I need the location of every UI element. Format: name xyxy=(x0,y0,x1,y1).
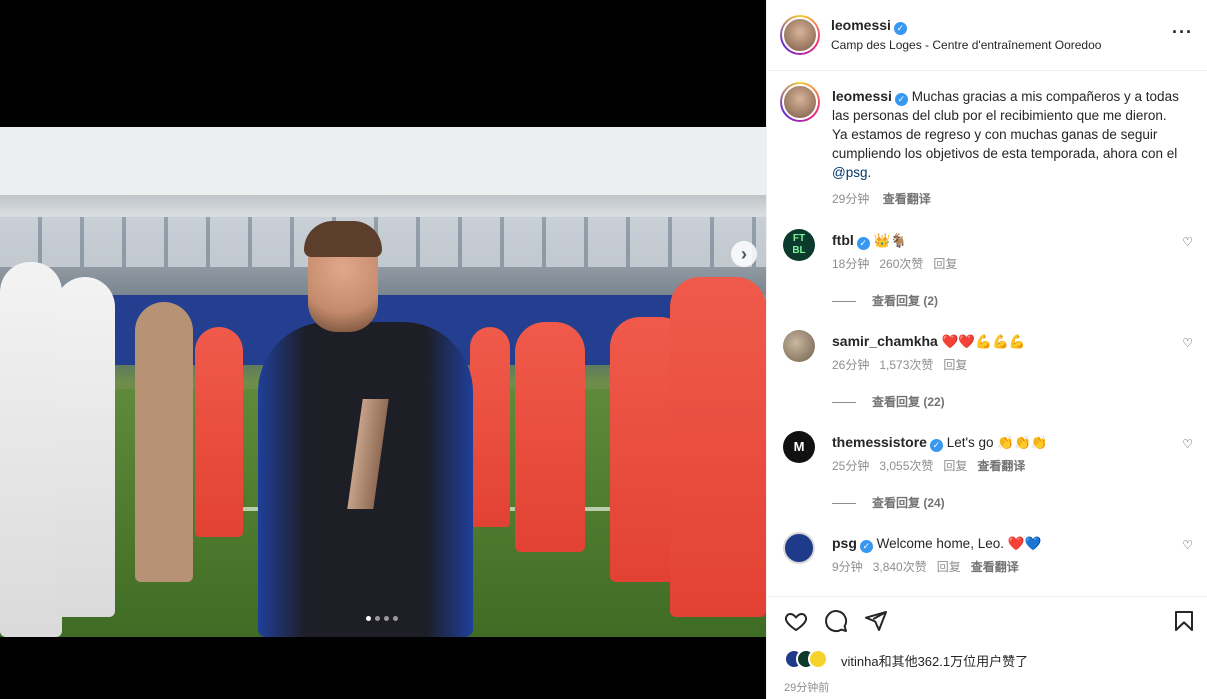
post-timestamp[interactable]: 29分钟前 xyxy=(784,679,829,695)
send-icon xyxy=(865,611,887,631)
caption-avatar[interactable] xyxy=(780,82,820,122)
caption-end: . xyxy=(867,165,872,180)
verified-badge-icon: ✓ xyxy=(929,439,943,452)
author-avatar[interactable] xyxy=(780,15,820,55)
comment-username[interactable]: psg xyxy=(832,535,857,551)
post-media: › xyxy=(0,0,766,699)
liked-by-text[interactable]: vitinha和其他362.1万位用户赞了 xyxy=(841,651,1028,670)
comment-time: 9分钟 xyxy=(832,560,863,574)
comment-avatar[interactable]: M xyxy=(783,431,815,463)
comment-like-heart-icon[interactable]: ♡ xyxy=(1182,235,1193,249)
comment-avatar[interactable] xyxy=(783,330,815,362)
carousel-dot xyxy=(366,616,371,621)
instagram-post-modal: › leomessi ✓ Camp des Loges - Centre d'en… xyxy=(0,0,1207,699)
carousel-dot xyxy=(375,616,380,621)
player-figure xyxy=(55,277,115,617)
comment-avatar[interactable] xyxy=(783,532,815,564)
caption-mention-link[interactable]: @psg xyxy=(832,165,867,180)
like-button[interactable] xyxy=(784,609,810,635)
post-caption: leomessi ✓ Muchas gracias a mis compañero… xyxy=(832,87,1182,209)
heart-icon xyxy=(784,612,808,632)
comment-like-heart-icon[interactable]: ♡ xyxy=(1182,336,1193,350)
comment-text: 👑🐐 xyxy=(873,233,908,248)
comment-bubble-icon xyxy=(825,610,848,633)
save-button[interactable] xyxy=(1172,609,1198,635)
post-actions-bar: vitinha和其他362.1万位用户赞了 29分钟前 xyxy=(767,596,1207,699)
player-figure xyxy=(195,327,243,537)
more-options-button[interactable]: ··· xyxy=(1172,22,1193,43)
comment-avatar[interactable]: FT BL xyxy=(783,229,815,261)
reply-button[interactable]: 回复 xyxy=(937,560,961,574)
comment-username[interactable]: themessistore xyxy=(832,434,927,450)
author-username[interactable]: leomessi xyxy=(831,17,891,33)
comment-time: 25分钟 xyxy=(832,459,870,473)
photo-sky xyxy=(0,127,766,197)
comment-like-heart-icon[interactable]: ♡ xyxy=(1182,538,1193,552)
verified-badge-icon: ✓ xyxy=(856,237,870,250)
carousel-dot xyxy=(384,616,389,621)
post-photo[interactable] xyxy=(0,127,766,637)
comment-time: 18分钟 xyxy=(832,257,870,271)
player-figure xyxy=(515,322,585,552)
caption-meta: 29分钟 查看翻译 xyxy=(832,190,1182,209)
comment-button[interactable] xyxy=(824,609,850,635)
verified-badge-icon: ✓ xyxy=(859,540,873,553)
chevron-right-icon: › xyxy=(741,243,747,264)
verified-badge-icon: ✓ xyxy=(894,93,908,106)
see-translation-link[interactable]: 查看翻译 xyxy=(883,192,931,206)
comment-text: Let's go 👏👏👏 xyxy=(946,435,1048,450)
comment-likes[interactable]: 260次赞 xyxy=(879,257,923,271)
reply-button[interactable]: 回复 xyxy=(943,459,967,473)
comment-likes[interactable]: 3,055次赞 xyxy=(879,459,933,473)
photo-windows xyxy=(0,217,766,267)
player-figure xyxy=(135,302,193,582)
view-replies-button[interactable]: 查看回复 (2) xyxy=(832,292,938,309)
see-translation-link[interactable]: 查看翻译 xyxy=(977,459,1025,473)
player-hair xyxy=(304,221,382,257)
see-translation-link[interactable]: 查看翻译 xyxy=(971,560,1019,574)
bookmark-icon xyxy=(1175,611,1193,631)
player-figure xyxy=(670,277,766,617)
comment-likes[interactable]: 3,840次赞 xyxy=(873,560,927,574)
carousel-dots xyxy=(366,616,398,621)
reply-button[interactable]: 回复 xyxy=(933,257,957,271)
comment-username[interactable]: ftbl xyxy=(832,232,854,248)
view-replies-button[interactable]: 查看回复 (24) xyxy=(832,494,945,511)
view-replies-button[interactable]: 查看回复 (22) xyxy=(832,393,945,410)
verified-badge-icon: ✓ xyxy=(893,22,907,35)
player-figure xyxy=(0,262,62,637)
more-horizontal-icon: ··· xyxy=(1172,22,1193,42)
reply-button[interactable]: 回复 xyxy=(943,358,967,372)
carousel-dot xyxy=(393,616,398,621)
caption-time: 29分钟 xyxy=(832,192,870,206)
comment-time: 26分钟 xyxy=(832,358,870,372)
comment-username[interactable]: samir_chamkha xyxy=(832,333,938,349)
comment-like-heart-icon[interactable]: ♡ xyxy=(1182,437,1193,451)
caption-username[interactable]: leomessi xyxy=(832,88,892,104)
comment-text: Welcome home, Leo. ❤️💙 xyxy=(876,536,1042,551)
post-side-panel: leomessi ✓ Camp des Loges - Centre d'entr… xyxy=(766,0,1207,699)
player-figure xyxy=(470,327,510,527)
post-header: leomessi ✓ Camp des Loges - Centre d'entr… xyxy=(767,0,1207,71)
comment-likes[interactable]: 1,573次赞 xyxy=(879,358,933,372)
share-button[interactable] xyxy=(864,609,890,635)
liker-avatar[interactable] xyxy=(808,649,828,669)
comment-text: ❤️❤️💪💪💪 xyxy=(941,334,1026,349)
next-slide-button[interactable]: › xyxy=(731,241,757,267)
post-location[interactable]: Camp des Loges - Centre d'entraînement O… xyxy=(831,38,1101,52)
